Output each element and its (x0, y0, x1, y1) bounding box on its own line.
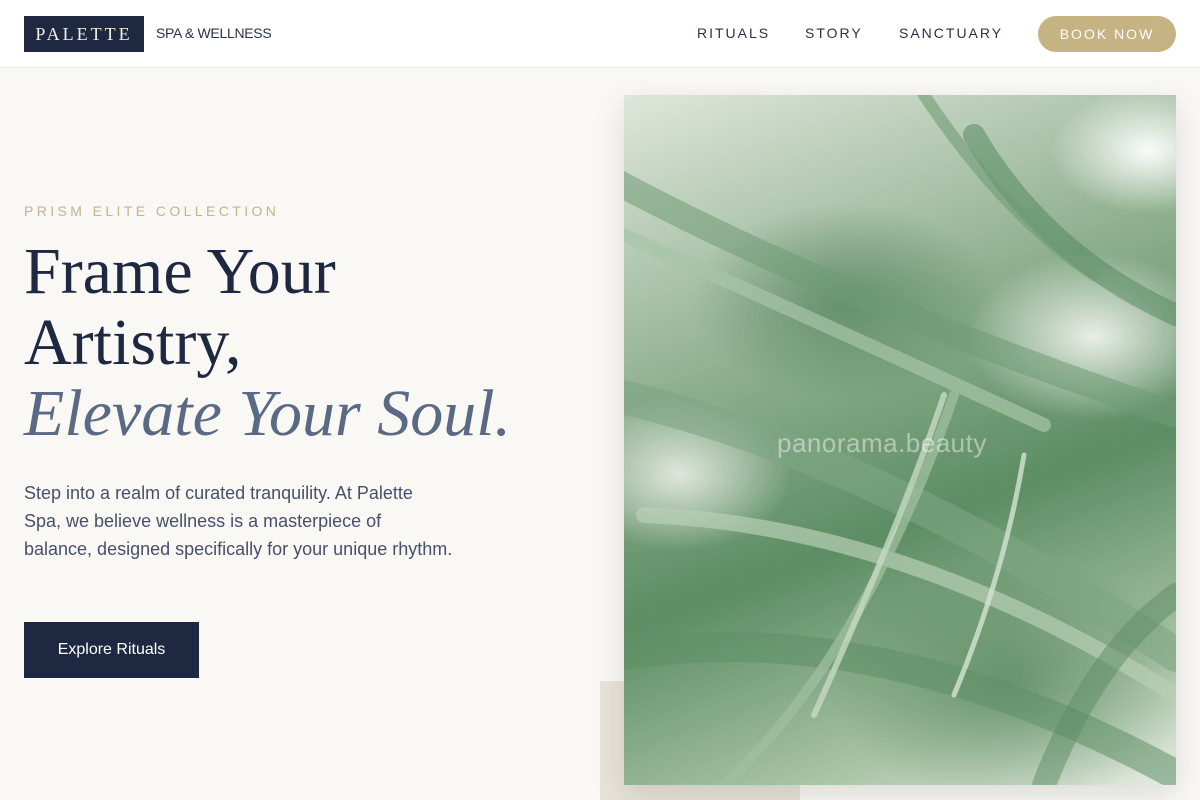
hero-headline: Frame Your Artistry, Elevate Your Soul. (24, 236, 584, 449)
brand-logo[interactable]: PALETTE (24, 16, 144, 52)
nav-link-rituals[interactable]: RITUALS (697, 25, 770, 41)
headline-line-3: Elevate Your Soul. (24, 377, 512, 450)
explore-rituals-button[interactable]: Explore Rituals (24, 622, 199, 678)
nav-link-story[interactable]: STORY (805, 25, 863, 41)
nav-link-sanctuary[interactable]: SANCTUARY (899, 25, 1003, 41)
collection-eyebrow: PRISM ELITE COLLECTION (24, 203, 280, 219)
headline-line-1: Frame Your (24, 235, 336, 308)
photo-watermark: panorama.beauty (777, 428, 987, 458)
headline-line-2: Artistry, (24, 306, 242, 379)
book-now-button[interactable]: BOOK NOW (1038, 16, 1176, 52)
hero-description: Step into a realm of curated tranquility… (24, 483, 453, 559)
site-header: PALETTE SPA & WELLNESS RITUALS STORY SAN… (0, 0, 1200, 68)
brand-tagline: SPA & WELLNESS (156, 25, 272, 41)
